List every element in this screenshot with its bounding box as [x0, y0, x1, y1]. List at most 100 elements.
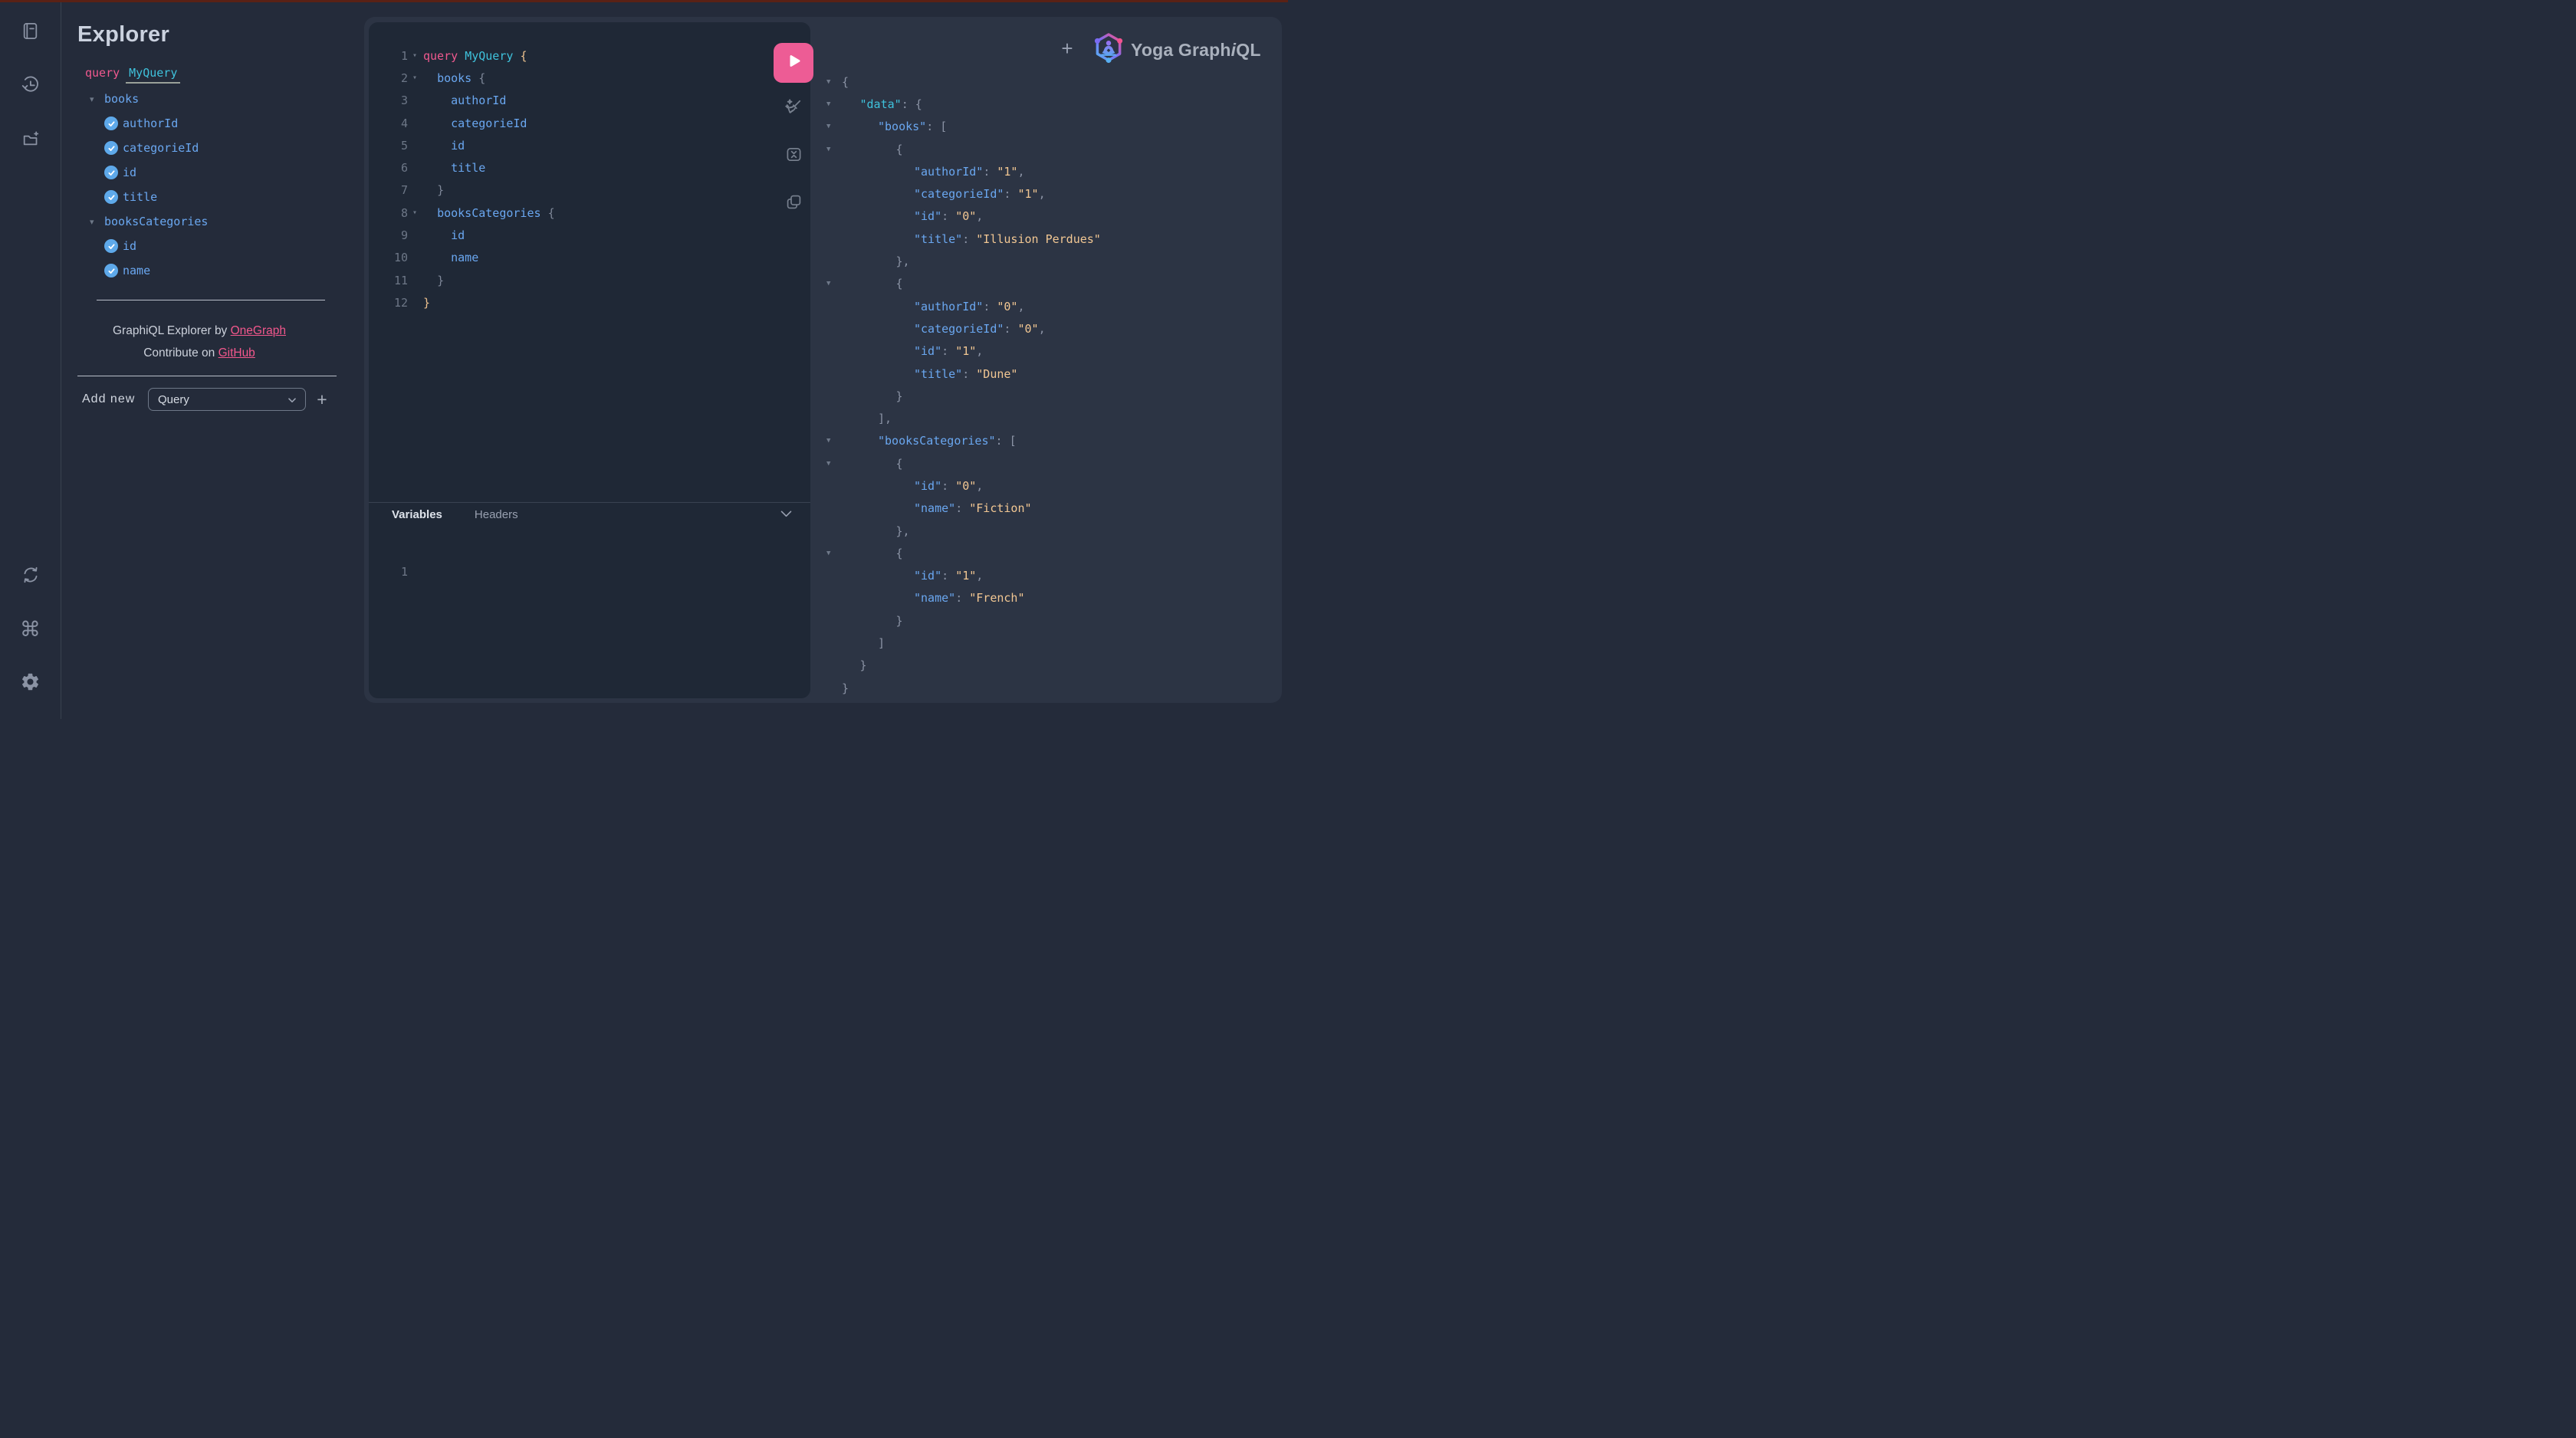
line-number: 4: [369, 117, 408, 130]
add-tab-button[interactable]: +: [1057, 38, 1077, 58]
field-label: id: [123, 239, 136, 253]
tab-variables[interactable]: Variables: [392, 508, 442, 521]
logo-text: Yoga GraphiQL: [1131, 40, 1261, 61]
response-text: "name": "Fiction": [914, 501, 1032, 515]
checkbox-checked-icon[interactable]: [104, 239, 118, 253]
checkbox-checked-icon[interactable]: [104, 141, 118, 155]
collapse-triangle-icon[interactable]: ▼: [820, 280, 840, 287]
folder-plus-icon: [21, 129, 40, 152]
field-label: name: [123, 264, 150, 277]
tab-headers[interactable]: Headers: [475, 508, 518, 521]
shortcuts-button[interactable]: ⌘: [18, 616, 44, 642]
response-text: "title": "Dune": [914, 367, 1017, 381]
field-label: title: [123, 190, 157, 204]
code-text: name: [423, 251, 478, 264]
operation-type-select[interactable]: Query: [148, 388, 306, 411]
response-pane: ▼{▼"data": {▼"books": [▼{"authorId": "1"…: [820, 71, 1277, 699]
collapse-triangle-icon[interactable]: ▼: [820, 123, 840, 130]
response-line: ▼"booksCategories": [: [820, 430, 1277, 452]
query-editor[interactable]: 1▾query MyQuery {2▾ books {3 authorId4 c…: [369, 44, 810, 314]
response-text: "title": "Illusion Perdues": [914, 232, 1101, 246]
collection-button[interactable]: [18, 127, 44, 153]
refetch-schema-button[interactable]: [18, 563, 44, 589]
explorer-field-booksCategories[interactable]: ▾booksCategories: [61, 209, 364, 234]
github-link[interactable]: GitHub: [219, 346, 255, 360]
line-number: 1: [369, 49, 408, 63]
history-icon: [21, 75, 41, 99]
collapse-secondary-editor-button[interactable]: [780, 509, 792, 520]
merge-icon: [784, 145, 803, 168]
query-line-5: 5 id: [369, 134, 810, 156]
query-line-6: 6 title: [369, 156, 810, 179]
response-line: ▼{: [820, 273, 1277, 295]
checkbox-checked-icon[interactable]: [104, 264, 118, 277]
execute-query-button[interactable]: [774, 43, 813, 83]
docs-button[interactable]: [18, 20, 44, 46]
field-label: authorId: [123, 117, 178, 130]
query-line-1: 1▾query MyQuery {: [369, 44, 810, 67]
response-text: {: [896, 547, 903, 560]
collapse-triangle-icon[interactable]: ▼: [820, 550, 840, 557]
add-operation-button[interactable]: +: [312, 389, 332, 409]
variables-editor[interactable]: 1: [369, 560, 810, 583]
copy-query-button[interactable]: [784, 194, 803, 214]
credit-text: Contribute on: [143, 346, 218, 360]
editors-divider[interactable]: [369, 502, 810, 503]
response-line: "id": "1",: [820, 565, 1277, 587]
editors-panel: 1▾query MyQuery {2▾ books {3 authorId4 c…: [369, 22, 810, 698]
explorer-field-books[interactable]: ▾books: [61, 87, 364, 111]
response-line: "categorieId": "1",: [820, 182, 1277, 205]
response-line: "authorId": "0",: [820, 295, 1277, 317]
collapse-triangle-icon[interactable]: ▼: [820, 78, 840, 86]
merge-fragments-button[interactable]: [784, 146, 803, 166]
query-line-12: 12}: [369, 291, 810, 314]
checkbox-checked-icon[interactable]: [104, 166, 118, 179]
explorer-field-authorId[interactable]: authorId: [61, 111, 364, 136]
command-icon: ⌘: [20, 619, 41, 640]
checkbox-checked-icon[interactable]: [104, 117, 118, 130]
settings-button[interactable]: [18, 671, 44, 697]
explorer-field-id[interactable]: id: [61, 160, 364, 185]
history-button[interactable]: [18, 74, 44, 100]
explorer-tree: ▾booksauthorIdcategorieIdidtitle▾booksCa…: [61, 87, 364, 283]
collapse-triangle-icon[interactable]: ▼: [820, 146, 840, 153]
caret-down-icon: ▾: [90, 94, 100, 104]
response-line: ],: [820, 407, 1277, 429]
collapse-triangle-icon[interactable]: ▼: [820, 100, 840, 108]
collapse-triangle-icon[interactable]: ▼: [820, 460, 840, 468]
explorer-field-id[interactable]: id: [61, 234, 364, 258]
fold-marker-icon[interactable]: ▾: [408, 208, 422, 217]
response-line: "id": "1",: [820, 340, 1277, 363]
query-line-8: 8▾ booksCategories {: [369, 202, 810, 224]
explorer-field-title[interactable]: title: [61, 185, 364, 209]
credit-line-1: GraphiQL Explorer by OneGraph: [61, 320, 337, 342]
credit-line-2: Contribute on GitHub: [61, 342, 337, 364]
operation-row: queryMyQuery: [85, 66, 180, 80]
field-label: booksCategories: [104, 215, 208, 228]
gear-icon: [20, 671, 41, 696]
response-line: }: [820, 385, 1277, 407]
fold-marker-icon[interactable]: ▾: [408, 51, 422, 60]
response-text: {: [896, 277, 903, 291]
explorer-field-name[interactable]: name: [61, 258, 364, 283]
explorer-field-categorieId[interactable]: categorieId: [61, 136, 364, 160]
operation-name-input[interactable]: MyQuery: [126, 66, 180, 84]
response-line: ▼{: [820, 138, 1277, 160]
response-text: {: [896, 457, 903, 471]
response-text: },: [896, 254, 910, 268]
line-number: 9: [369, 228, 408, 242]
response-text: ],: [878, 412, 892, 425]
fold-marker-icon[interactable]: ▾: [408, 74, 422, 82]
response-text: "name": "French": [914, 591, 1025, 605]
response-text: }: [842, 681, 849, 695]
collapse-triangle-icon[interactable]: ▼: [820, 437, 840, 445]
response-line: "name": "Fiction": [820, 497, 1277, 520]
line-number: 8: [369, 206, 408, 220]
response-text: "id": "0",: [914, 209, 983, 223]
prettify-button[interactable]: [784, 99, 803, 119]
checkbox-checked-icon[interactable]: [104, 190, 118, 204]
response-text: "categorieId": "1",: [914, 187, 1046, 201]
code-text: booksCategories {: [423, 206, 555, 220]
copy-icon: [784, 192, 803, 215]
onegraph-link[interactable]: OneGraph: [231, 324, 286, 337]
